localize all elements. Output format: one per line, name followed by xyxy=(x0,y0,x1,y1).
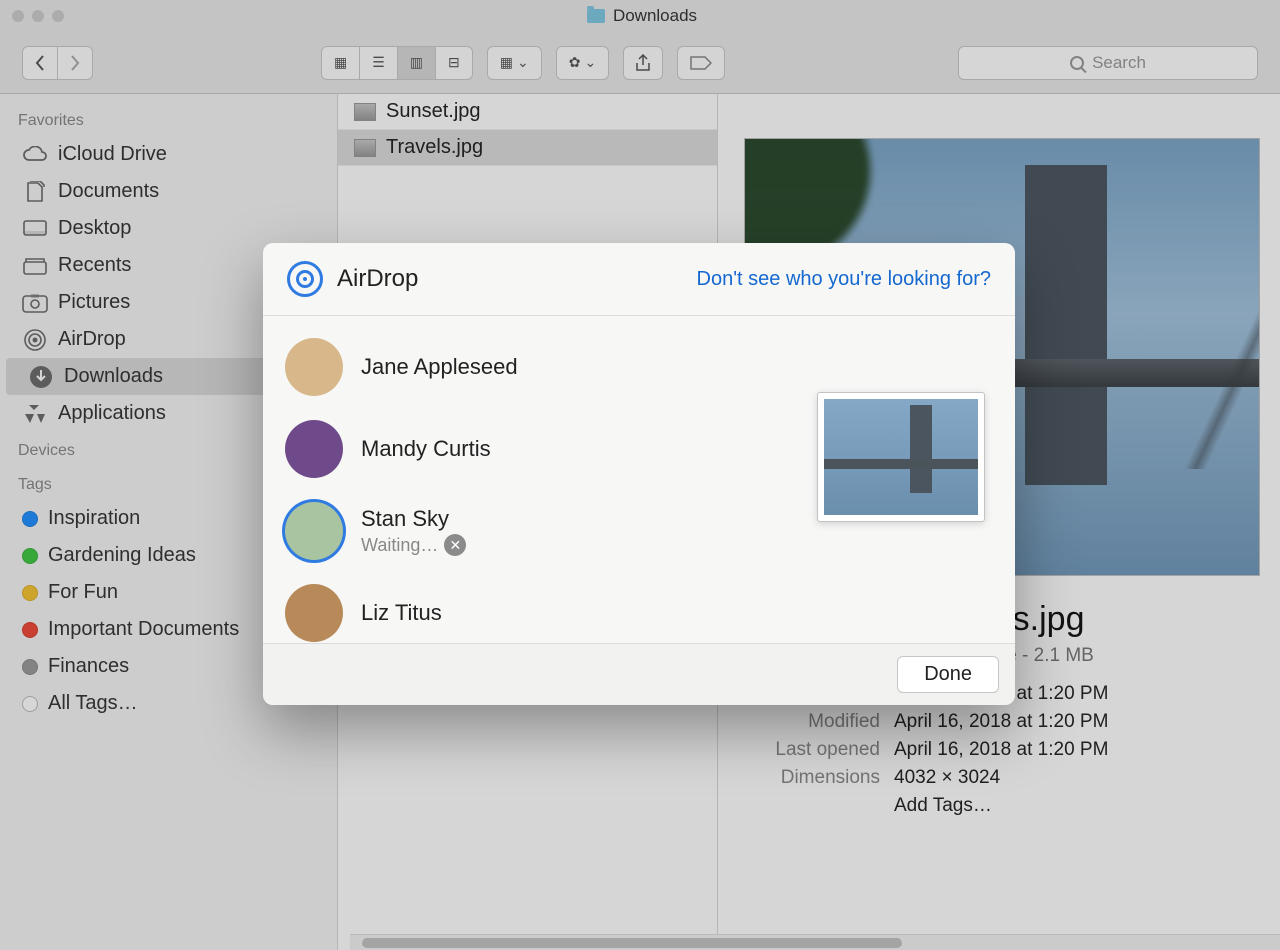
avatar xyxy=(285,502,343,560)
airdrop-contact[interactable]: Liz Titus xyxy=(263,572,803,643)
airdrop-header: AirDrop Don't see who you're looking for… xyxy=(263,243,1015,316)
airdrop-contact[interactable]: Stan Sky Waiting… ✕ xyxy=(263,490,803,572)
done-button[interactable]: Done xyxy=(897,656,999,693)
contact-name: Jane Appleseed xyxy=(361,354,518,380)
avatar xyxy=(285,338,343,396)
airdrop-footer: Done xyxy=(263,643,1015,705)
cancel-send-button[interactable]: ✕ xyxy=(444,534,466,556)
airdrop-icon xyxy=(287,261,323,297)
airdrop-contact[interactable]: Mandy Curtis xyxy=(263,408,803,490)
airdrop-share-thumbnail xyxy=(817,392,985,522)
avatar xyxy=(285,584,343,642)
airdrop-contact[interactable]: Jane Appleseed xyxy=(263,326,803,408)
airdrop-contacts: Jane Appleseed Mandy Curtis Stan Sky Wai… xyxy=(263,316,803,643)
avatar xyxy=(285,420,343,478)
airdrop-sheet: AirDrop Don't see who you're looking for… xyxy=(263,243,1015,705)
airdrop-title: AirDrop xyxy=(337,265,418,293)
contact-name: Mandy Curtis xyxy=(361,436,491,462)
airdrop-body: Jane Appleseed Mandy Curtis Stan Sky Wai… xyxy=(263,316,1015,643)
airdrop-help-link[interactable]: Don't see who you're looking for? xyxy=(697,268,991,291)
contact-name: Stan Sky xyxy=(361,506,466,532)
contact-name: Liz Titus xyxy=(361,600,442,626)
contact-status: Waiting… xyxy=(361,535,438,556)
